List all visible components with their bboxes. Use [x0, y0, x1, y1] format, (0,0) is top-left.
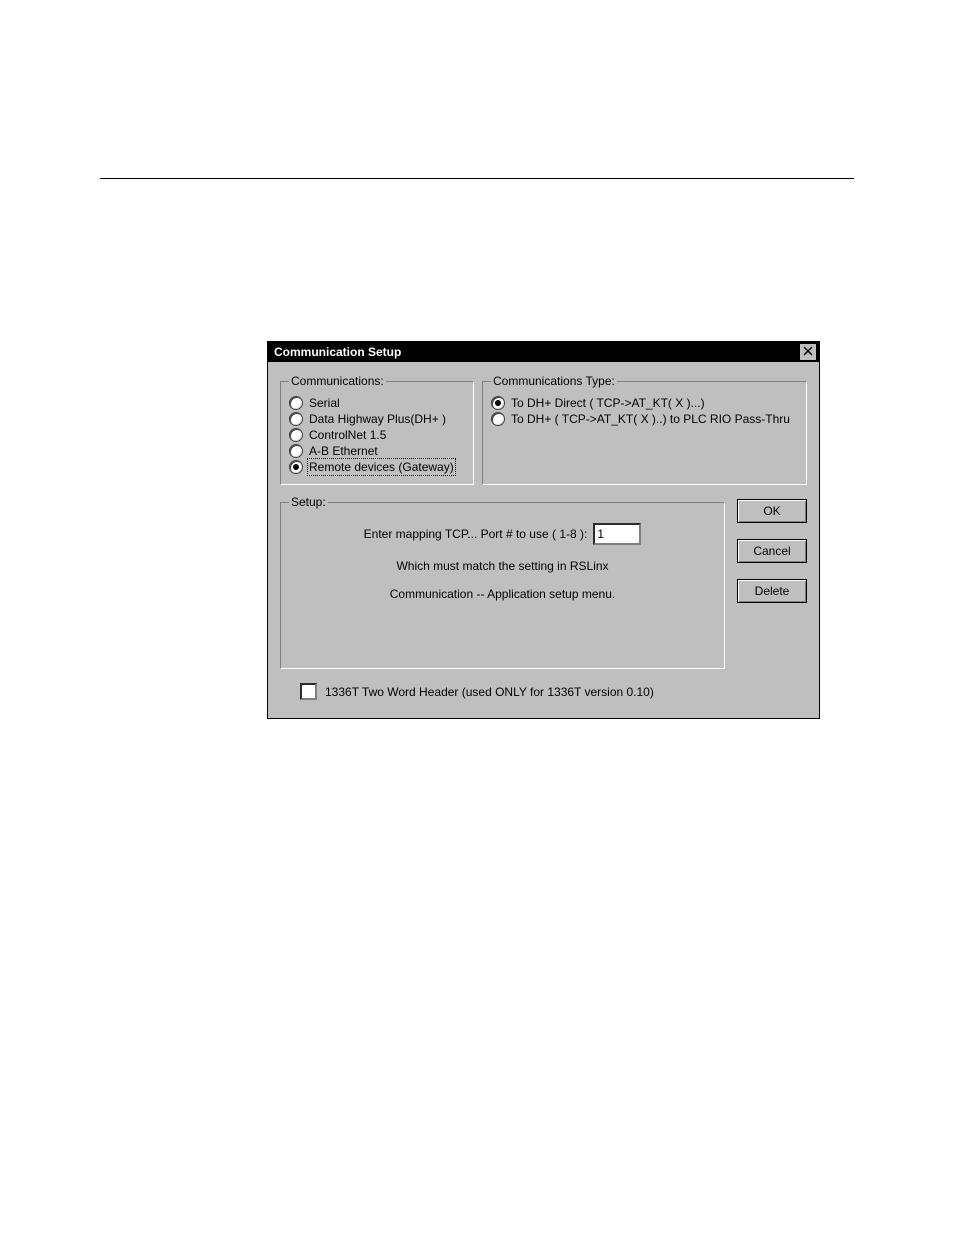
radio-label: To DH+ ( TCP->AT_KT( X )..) to PLC RIO P…: [511, 412, 790, 426]
port-label: Enter mapping TCP... Port # to use ( 1-8…: [364, 527, 588, 541]
button-label: Delete: [755, 584, 790, 598]
communications-group: Communications: Serial Data Highway Plus…: [280, 374, 474, 485]
button-label: OK: [763, 504, 780, 518]
radio-controlnet[interactable]: ControlNet 1.5: [289, 428, 465, 442]
radio-icon: [289, 460, 303, 474]
close-button[interactable]: [799, 343, 817, 361]
communications-type-group: Communications Type: To DH+ Direct ( TCP…: [482, 374, 807, 485]
communications-type-legend: Communications Type:: [491, 374, 617, 388]
radio-label: ControlNet 1.5: [309, 428, 386, 442]
footer-row: 1336T Two Word Header (used ONLY for 133…: [300, 683, 807, 700]
radio-label: To DH+ Direct ( TCP->AT_KT( X )...): [511, 396, 705, 410]
setup-group: Setup: Enter mapping TCP... Port # to us…: [280, 495, 725, 669]
port-input[interactable]: 1: [593, 523, 641, 545]
button-label: Cancel: [753, 544, 790, 558]
communication-setup-dialog: Communication Setup Communications: Seri…: [267, 341, 820, 719]
radio-icon: [491, 396, 505, 410]
port-value: 1: [597, 527, 604, 541]
two-word-header-checkbox[interactable]: [300, 683, 317, 700]
radio-label: A-B Ethernet: [309, 444, 378, 458]
titlebar: Communication Setup: [268, 342, 819, 362]
ok-button[interactable]: OK: [737, 499, 807, 523]
radio-label: Remote devices (Gateway): [309, 460, 454, 474]
two-word-header-label: 1336T Two Word Header (used ONLY for 133…: [325, 685, 654, 699]
radio-icon: [289, 428, 303, 442]
radio-label: Data Highway Plus(DH+ ): [309, 412, 446, 426]
communications-legend: Communications:: [289, 374, 386, 388]
radio-remote-gateway[interactable]: Remote devices (Gateway): [289, 460, 465, 474]
close-icon: [803, 345, 813, 359]
radio-icon: [491, 412, 505, 426]
setup-help-1: Which must match the setting in RSLinx: [289, 559, 716, 573]
radio-icon: [289, 412, 303, 426]
radio-label: Serial: [309, 396, 340, 410]
radio-icon: [289, 444, 303, 458]
dialog-title: Communication Setup: [274, 345, 401, 359]
cancel-button[interactable]: Cancel: [737, 539, 807, 563]
radio-icon: [289, 396, 303, 410]
radio-dhplus[interactable]: Data Highway Plus(DH+ ): [289, 412, 465, 426]
radio-dh-direct[interactable]: To DH+ Direct ( TCP->AT_KT( X )...): [491, 396, 798, 410]
delete-button[interactable]: Delete: [737, 579, 807, 603]
button-column: OK Cancel Delete: [737, 495, 807, 669]
radio-ab-ethernet[interactable]: A-B Ethernet: [289, 444, 465, 458]
setup-help-2: Communication -- Application setup menu.: [289, 587, 716, 601]
setup-legend: Setup:: [289, 495, 328, 509]
page-divider: [100, 178, 854, 179]
radio-dh-passthru[interactable]: To DH+ ( TCP->AT_KT( X )..) to PLC RIO P…: [491, 412, 798, 426]
radio-serial[interactable]: Serial: [289, 396, 465, 410]
